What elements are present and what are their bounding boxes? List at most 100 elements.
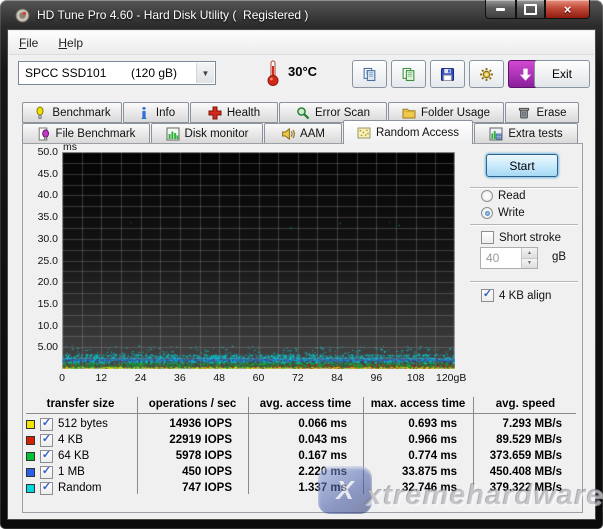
benchmark-icon <box>33 106 47 120</box>
column-divider <box>363 397 364 494</box>
y-tick-label: 20.0 <box>24 276 58 288</box>
column-header-avg-speed: avg. speed <box>473 398 578 410</box>
options-button[interactable] <box>469 60 504 88</box>
save-button[interactable] <box>430 60 465 88</box>
copy-to-clipboard-button[interactable] <box>352 60 387 88</box>
series-color-swatch <box>26 468 35 477</box>
read-label: Read <box>498 190 526 202</box>
transfer-size-label: 1 MB <box>58 466 85 478</box>
tab-erase[interactable]: Erase <box>505 102 579 123</box>
operations-per-sec: 5978 IOPS <box>137 450 248 462</box>
x-tick-label: 0 <box>44 372 80 384</box>
series-checkbox[interactable]: ✓ <box>40 450 53 463</box>
write-radio[interactable] <box>481 207 493 219</box>
tab-label: Benchmark <box>52 107 110 119</box>
short-stroke-size-spinner[interactable]: 40 ▲ ▼ <box>480 247 538 269</box>
tab-disk-monitor[interactable]: Disk monitor <box>151 123 263 144</box>
tab-info[interactable]: Info <box>123 102 189 123</box>
avg-access-time: 0.167 ms <box>248 450 363 462</box>
short-stroke-checkbox[interactable]: ✓ <box>481 231 494 244</box>
tab-row-1: BenchmarkInfoHealthError ScanFolder Usag… <box>22 102 580 123</box>
start-button[interactable]: Start <box>486 154 558 177</box>
drive-capacity: (120 gB) <box>131 66 177 80</box>
maximize-button[interactable] <box>516 0 545 19</box>
chevron-down-icon: ▼ <box>196 63 214 83</box>
avg-access-time: 0.043 ms <box>248 434 363 446</box>
transfer-size-label: 64 KB <box>58 450 89 462</box>
avg-access-time: 2.220 ms <box>248 466 363 478</box>
series-checkbox[interactable]: ✓ <box>40 434 53 447</box>
menu-file[interactable]: File <box>9 33 48 53</box>
transfer-size-label: Random <box>58 482 101 494</box>
tab-label: Disk monitor <box>185 128 249 140</box>
tab-label: Info <box>156 107 175 119</box>
thermometer-icon <box>264 59 282 87</box>
short-stroke-option[interactable]: ✓ Short stroke <box>481 231 561 244</box>
x-tick-label: 108 <box>398 372 434 384</box>
exit-button[interactable]: Exit <box>534 60 590 88</box>
x-tick-label: 96 <box>358 372 394 384</box>
error-scan-icon <box>296 106 310 120</box>
avg-access-time: 0.066 ms <box>248 418 363 430</box>
max-access-time: 0.966 ms <box>363 434 473 446</box>
read-radio[interactable] <box>481 190 493 202</box>
tab-file-benchmark[interactable]: File Benchmark <box>22 123 150 144</box>
temperature-value: 30°C <box>288 64 317 79</box>
tab-benchmark[interactable]: Benchmark <box>22 102 122 123</box>
drive-select-dropdown[interactable]: SPCC SSD101 (120 gB) ▼ <box>18 61 216 85</box>
copy-image-icon <box>401 67 416 82</box>
disk-monitor-icon <box>166 127 180 141</box>
spin-down-icon[interactable]: ▼ <box>522 259 537 269</box>
titlebar: HD Tune Pro 4.60 - Hard Disk Utility ( R… <box>0 0 603 30</box>
read-option[interactable]: Read <box>481 190 526 202</box>
align-checkbox[interactable]: ✓ <box>481 289 494 302</box>
series-checkbox[interactable]: ✓ <box>40 418 53 431</box>
tab-health[interactable]: Health <box>190 102 278 123</box>
copy-icon <box>362 67 377 82</box>
x-tick-label: 84 <box>319 372 355 384</box>
maximize-icon <box>524 4 537 15</box>
close-icon: × <box>564 3 572 16</box>
write-option[interactable]: Write <box>481 207 525 219</box>
y-tick-label: 40.0 <box>24 189 58 201</box>
copy-image-button[interactable] <box>391 60 426 88</box>
series-checkbox[interactable]: ✓ <box>40 466 53 479</box>
minimize-button[interactable] <box>485 0 516 19</box>
file-benchmark-icon <box>37 127 51 141</box>
tab-label: AAM <box>300 128 325 140</box>
tab-random-access[interactable]: Random Access <box>343 120 473 144</box>
column-divider <box>473 397 474 494</box>
x-tick-label: 72 <box>280 372 316 384</box>
tab-extra-tests[interactable]: Extra tests <box>474 123 578 144</box>
short-stroke-label: Short stroke <box>499 232 561 244</box>
column-header-transfer-size: transfer size <box>24 398 137 410</box>
separator <box>470 224 578 225</box>
operations-per-sec: 22919 IOPS <box>137 434 248 446</box>
x-tick-label: 24 <box>123 372 159 384</box>
align-option[interactable]: ✓ 4 KB align <box>481 289 551 302</box>
short-stroke-value: 40 <box>486 251 499 265</box>
series-color-swatch <box>26 484 35 493</box>
series-checkbox[interactable]: ✓ <box>40 482 53 495</box>
menu-help[interactable]: Help <box>48 33 93 53</box>
transfer-size-label: 4 KB <box>58 434 83 446</box>
write-label: Write <box>498 207 525 219</box>
table-row-512-bytes: ✓512 bytes14936 IOPS0.066 ms0.693 ms7.29… <box>24 416 578 432</box>
transfer-size-label: 512 bytes <box>58 418 108 430</box>
table-row-1-mb: ✓1 MB450 IOPS2.220 ms33.875 ms450.408 MB… <box>24 464 578 480</box>
header-underline <box>26 413 576 414</box>
separator <box>470 281 578 282</box>
x-tick-label: 36 <box>162 372 198 384</box>
tab-row-2: File Benchmark Disk monitor AAM Random Acce… <box>22 123 579 144</box>
tab-label: File Benchmark <box>56 128 136 140</box>
operations-per-sec: 14936 IOPS <box>137 418 248 430</box>
table-row-4-kb: ✓4 KB22919 IOPS0.043 ms0.966 ms89.529 MB… <box>24 432 578 448</box>
close-button[interactable]: × <box>545 0 590 19</box>
column-header-avg-access-time: avg. access time <box>248 398 363 410</box>
tab-label: Error Scan <box>315 107 370 119</box>
spin-up-icon[interactable]: ▲ <box>522 248 537 259</box>
tab-aam[interactable]: AAM <box>264 123 342 144</box>
max-access-time: 33.875 ms <box>363 466 473 478</box>
x-tick-label: 60 <box>241 372 277 384</box>
x-tick-label: 48 <box>201 372 237 384</box>
